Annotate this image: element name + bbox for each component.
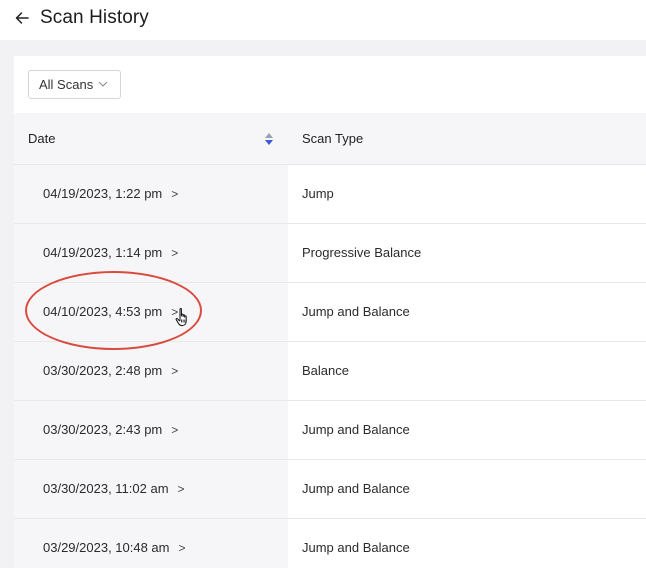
table-row: 04/10/2023, 4:53 pm > Jump and Balance — [14, 282, 646, 342]
scan-filter-dropdown[interactable]: All Scans — [28, 70, 121, 99]
column-header-date[interactable]: Date — [14, 113, 288, 165]
scan-date-text: 03/30/2023, 11:02 am — [43, 481, 169, 496]
chevron-right-icon: > — [178, 540, 186, 555]
scan-filter-label: All Scans — [39, 77, 94, 92]
date-cell: 03/30/2023, 11:02 am > — [14, 459, 288, 519]
scan-date-link[interactable]: 03/30/2023, 11:02 am > — [43, 481, 185, 496]
scan-date-link[interactable]: 04/10/2023, 4:53 pm > — [43, 304, 178, 319]
date-cell: 04/10/2023, 4:53 pm > — [14, 282, 288, 342]
chevron-right-icon: > — [171, 422, 179, 437]
scan-date-text: 04/10/2023, 4:53 pm — [43, 304, 163, 319]
date-cell: 03/29/2023, 10:48 am > — [14, 518, 288, 568]
scan-date-link[interactable]: 04/19/2023, 1:22 pm > — [43, 186, 178, 201]
scan-type-cell: Jump and Balance — [288, 400, 646, 460]
top-bar: Scan History — [0, 0, 646, 40]
arrow-left-icon — [15, 12, 29, 24]
page-title: Scan History — [40, 7, 149, 28]
scan-type-cell: Jump — [288, 164, 646, 224]
back-button[interactable] — [12, 8, 32, 28]
scan-date-text: 04/19/2023, 1:14 pm — [43, 245, 163, 260]
date-cell: 04/19/2023, 1:22 pm > — [14, 164, 288, 224]
chevron-right-icon: > — [171, 304, 179, 319]
table-row: 03/29/2023, 10:48 am > Jump and Balance — [14, 518, 646, 568]
scan-date-link[interactable]: 04/19/2023, 1:14 pm > — [43, 245, 178, 260]
date-cell: 03/30/2023, 2:48 pm > — [14, 341, 288, 401]
scan-type-cell: Jump and Balance — [288, 282, 646, 342]
sort-icon[interactable] — [264, 132, 274, 146]
scan-date-link[interactable]: 03/30/2023, 2:43 pm > — [43, 422, 178, 437]
scan-type-cell: Progressive Balance — [288, 223, 646, 283]
table-row: 04/19/2023, 1:22 pm > Jump — [14, 164, 646, 224]
chevron-right-icon: > — [171, 245, 179, 260]
scan-history-table: Date Scan Type 04/19/2023, 1:22 pm > Jum… — [14, 113, 646, 568]
scan-history-card: All Scans Date Scan Type 04/19/2023, 1:2… — [14, 56, 646, 568]
chevron-right-icon: > — [177, 481, 185, 496]
scan-date-link[interactable]: 03/29/2023, 10:48 am > — [43, 540, 186, 555]
table-header-row: Date Scan Type — [14, 113, 646, 165]
scan-date-text: 03/29/2023, 10:48 am — [43, 540, 170, 555]
scan-type-cell: Balance — [288, 341, 646, 401]
scan-date-text: 03/30/2023, 2:43 pm — [43, 422, 163, 437]
date-cell: 03/30/2023, 2:43 pm > — [14, 400, 288, 460]
table-row: 03/30/2023, 2:48 pm > Balance — [14, 341, 646, 401]
chevron-right-icon: > — [171, 363, 179, 378]
column-header-date-label: Date — [28, 130, 56, 146]
column-header-scan-type-label: Scan Type — [302, 130, 364, 146]
table-row: 03/30/2023, 2:43 pm > Jump and Balance — [14, 400, 646, 460]
chevron-right-icon: > — [171, 186, 179, 201]
table-row: 04/19/2023, 1:14 pm > Progressive Balanc… — [14, 223, 646, 283]
scan-date-link[interactable]: 03/30/2023, 2:48 pm > — [43, 363, 178, 378]
column-header-scan-type: Scan Type — [288, 113, 646, 165]
scan-type-cell: Jump and Balance — [288, 459, 646, 519]
scan-date-text: 04/19/2023, 1:22 pm — [43, 186, 163, 201]
chevron-down-icon — [98, 76, 108, 91]
table-row: 03/30/2023, 11:02 am > Jump and Balance — [14, 459, 646, 519]
scan-type-cell: Jump and Balance — [288, 518, 646, 568]
scan-date-text: 03/30/2023, 2:48 pm — [43, 363, 163, 378]
date-cell: 04/19/2023, 1:14 pm > — [14, 223, 288, 283]
